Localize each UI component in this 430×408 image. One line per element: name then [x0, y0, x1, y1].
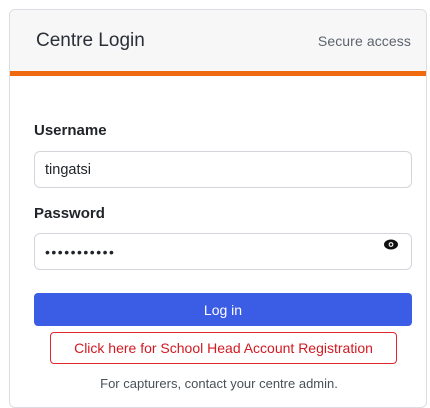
help-text: For capturers, contact your centre admin…	[100, 376, 338, 391]
school-head-registration-button[interactable]: Click here for School Head Account Regis…	[50, 332, 397, 364]
card-header: Centre Login Secure access	[10, 10, 426, 71]
password-field[interactable]: •••••••••••	[34, 233, 412, 270]
password-value: •••••••••••	[45, 243, 116, 260]
secure-access-label: Secure access	[317, 32, 411, 49]
login-button[interactable]: Log in	[34, 293, 412, 326]
eye-icon[interactable]	[383, 238, 399, 252]
username-label: Username	[34, 122, 107, 139]
login-form: Username tingatsi Password ••••••••••• L…	[10, 76, 426, 407]
username-value: tingatsi	[45, 161, 91, 178]
username-field[interactable]: tingatsi	[34, 151, 412, 188]
login-card: Centre Login Secure access Username ting…	[9, 9, 427, 408]
password-label: Password	[34, 205, 105, 222]
page-title: Centre Login	[36, 29, 145, 51]
